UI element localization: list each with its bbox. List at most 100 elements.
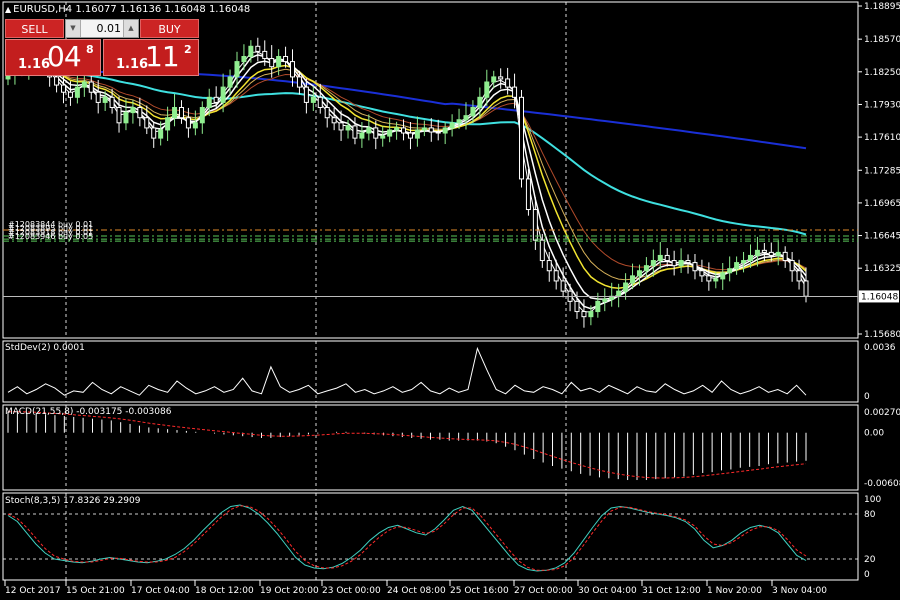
- candle-body: [255, 45, 261, 52]
- candle-body: [456, 119, 462, 124]
- candle-body: [720, 272, 726, 280]
- candle-body: [324, 107, 330, 119]
- candle-body: [775, 251, 781, 256]
- candle-body: [234, 61, 240, 78]
- candle-body: [657, 254, 663, 262]
- price-axis-label: 1.16965: [864, 199, 900, 209]
- candle-body: [185, 117, 191, 129]
- lot-size-input[interactable]: [81, 21, 121, 36]
- chart-canvas: 12 Oct 2017 15 Oct 21:00 17 Oct 04:00 18 Oc…: [2, 1, 900, 596]
- current-price-tag-text: 1.16048: [861, 292, 898, 302]
- candle-body: [498, 76, 504, 80]
- candle-body: [414, 129, 420, 139]
- candle-body: [630, 275, 636, 284]
- candle-body: [95, 91, 101, 103]
- symbol-header: ▲ EURUSD,H4 1.16077 1.16136 1.16048 1.160…: [5, 4, 250, 15]
- candle-body: [220, 86, 226, 103]
- macd-axis-label: 0.002703: [864, 408, 900, 418]
- candle-body: [449, 122, 455, 129]
- lot-increase-icon[interactable]: ▲: [123, 20, 138, 37]
- price-axis-label: 1.17930: [864, 100, 900, 110]
- candle-body: [144, 117, 150, 129]
- price-axis-label: 1.15680: [864, 330, 900, 340]
- lot-decrease-icon[interactable]: ▼: [66, 20, 81, 37]
- candle-body: [754, 249, 760, 256]
- candle-body: [602, 298, 608, 302]
- collapse-triangle-icon[interactable]: ▲: [5, 5, 11, 14]
- macd-label: MACD(21,55,8) -0.003175 -0.003086: [5, 407, 172, 417]
- order-label: #12083946 buy 0.05: [8, 232, 93, 241]
- candle-body: [428, 127, 434, 133]
- candle-body: [803, 280, 809, 297]
- candle-body: [380, 135, 386, 139]
- stddev-label: StdDev(2) 0.0001: [5, 343, 85, 353]
- candle-body: [734, 262, 740, 270]
- candle-body: [213, 96, 219, 103]
- macd-axis-label: -0.006082: [864, 479, 900, 489]
- candle-body: [616, 290, 622, 297]
- candle-body: [727, 268, 733, 274]
- candle-body: [310, 96, 316, 103]
- buy-button[interactable]: BUY: [140, 19, 199, 38]
- candle-body: [178, 107, 184, 119]
- ask-price-button[interactable]: 1.16 11 2: [103, 39, 199, 76]
- candle-body: [525, 178, 531, 211]
- candle-body: [137, 107, 143, 119]
- candle-body: [192, 122, 198, 129]
- candle-body: [518, 96, 524, 180]
- candle-body: [338, 122, 344, 131]
- candle-body: [741, 260, 747, 264]
- x-tick-label: 23 Oct 00:00: [322, 586, 381, 596]
- candle-body: [54, 76, 60, 86]
- candle-body: [692, 262, 698, 272]
- candle-body: [172, 107, 178, 119]
- candle-body: [165, 117, 171, 131]
- candle-body: [505, 78, 511, 88]
- candle-body: [789, 260, 795, 272]
- candle-body: [401, 127, 407, 134]
- candle-body: [81, 81, 87, 88]
- candle-body: [158, 129, 164, 139]
- sell-button[interactable]: SELL: [5, 19, 64, 38]
- macd-axis-label: 0.00: [864, 429, 884, 439]
- candle-body: [67, 91, 73, 98]
- ask-price-pips: 11: [145, 40, 180, 73]
- candle-body: [331, 117, 337, 124]
- pane-border-2: [2, 404, 859, 491]
- candle-body: [636, 270, 642, 277]
- bid-price-pips: 04: [47, 40, 82, 73]
- macd-signal-line: [8, 411, 807, 479]
- candle-body: [283, 56, 289, 63]
- pane-border-1: [2, 340, 859, 403]
- candle-body: [387, 129, 393, 137]
- candle-body: [366, 127, 372, 134]
- stoch-axis-label: 100: [864, 495, 881, 505]
- x-tick-label: 17 Oct 04:00: [131, 586, 190, 596]
- x-tick-label: 25 Oct 16:00: [450, 586, 509, 596]
- candle-body: [539, 239, 545, 262]
- candle-body: [345, 125, 351, 131]
- candle-body: [109, 96, 115, 109]
- x-tick-label: 27 Oct 00:00: [514, 586, 573, 596]
- candle-body: [303, 86, 309, 103]
- bid-price-button[interactable]: 1.16 04 8: [5, 39, 101, 76]
- candle-body: [88, 81, 94, 93]
- candle-body: [151, 127, 157, 139]
- x-tick-label: 12 Oct 2017: [5, 586, 61, 596]
- candle-body: [262, 50, 268, 60]
- candle-body: [782, 251, 788, 262]
- candle-body: [706, 275, 712, 282]
- candle-body: [199, 107, 205, 124]
- bid-price-fraction: 8: [86, 43, 94, 56]
- stoch-main-line: [7, 504, 807, 572]
- ma-line-white-3: [7, 51, 807, 313]
- candle-body: [650, 260, 656, 267]
- candle-body: [269, 58, 275, 68]
- x-tick-label: 19 Oct 20:00: [260, 586, 319, 596]
- candle-body: [643, 265, 649, 272]
- stoch-axis-label: 20: [864, 555, 876, 565]
- candle-body: [241, 56, 247, 63]
- ma-line-1: [8, 68, 807, 236]
- lot-size-stepper: ▼ ▲: [65, 19, 139, 38]
- candle-body: [359, 132, 365, 139]
